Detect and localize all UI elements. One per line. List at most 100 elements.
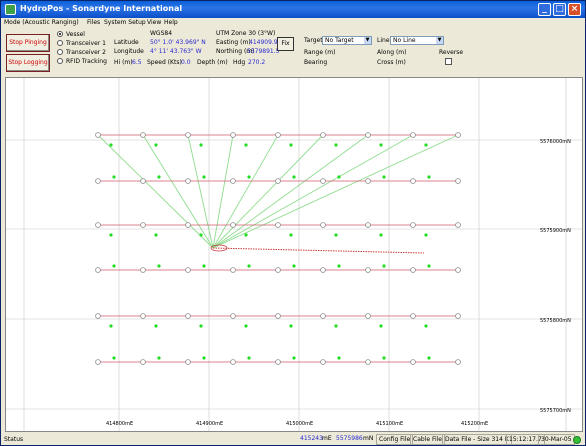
config-file-panel[interactable]: Config File xyxy=(376,434,414,445)
longitude-value: 4° 11' 43.763" W xyxy=(150,48,202,55)
position-fix-dot xyxy=(427,264,431,268)
position-fix-dot xyxy=(244,233,248,237)
position-fix-dot xyxy=(334,233,338,237)
position-fix-dot xyxy=(199,324,203,328)
transponder-marker xyxy=(365,132,371,138)
position-fix-dot xyxy=(292,356,296,360)
transponder-marker xyxy=(410,132,416,138)
menu-help[interactable]: Help xyxy=(164,19,178,26)
position-fix-dot xyxy=(202,264,206,268)
transponder-marker xyxy=(365,267,371,273)
transponder-marker xyxy=(320,267,326,273)
hi-label: Hi (m) xyxy=(114,59,133,66)
y-axis-tick-label: 5575700mN xyxy=(540,408,571,414)
radio-rfid-tracking[interactable]: RFID Tracking xyxy=(57,58,107,65)
transponder-marker xyxy=(185,313,191,319)
x-axis-tick-label: 414800mE xyxy=(106,421,133,427)
control-panel: Stop Pinging Stop Logging Vessel Transce… xyxy=(1,28,585,76)
position-fix-dot xyxy=(379,233,383,237)
easting-value: 414909.9 xyxy=(249,39,278,46)
line-select[interactable]: No Line ▼ xyxy=(390,36,444,45)
transponder-marker xyxy=(275,222,281,228)
longitude-label: Longitude xyxy=(114,48,144,55)
transponder-marker xyxy=(275,359,281,365)
app-icon xyxy=(5,4,16,15)
position-fix-dot xyxy=(199,143,203,147)
position-fix-dot xyxy=(112,264,116,268)
transponder-marker xyxy=(410,178,416,184)
datum-label: WGS84 xyxy=(150,30,173,37)
position-fix-dot xyxy=(202,175,206,179)
position-fix-dot xyxy=(424,233,428,237)
position-fix-dot xyxy=(424,143,428,147)
hi-value: 6.5 xyxy=(132,59,142,66)
position-fix-dot xyxy=(289,233,293,237)
stop-logging-button[interactable]: Stop Logging xyxy=(6,54,50,72)
position-fix-dot xyxy=(424,324,428,328)
transponder-marker xyxy=(275,132,281,138)
target-label: Target xyxy=(304,37,323,44)
line-label: Line xyxy=(377,37,390,44)
hdg-label: Hdg xyxy=(233,59,246,66)
radio-vessel[interactable]: Vessel xyxy=(57,31,85,38)
data-file-panel[interactable]: Data File - Size 314 K xyxy=(442,434,512,445)
fix-button[interactable]: Fix xyxy=(277,37,294,51)
position-fix-dot xyxy=(157,175,161,179)
transponder-marker xyxy=(185,267,191,273)
transponder-marker xyxy=(365,313,371,319)
transponder-marker xyxy=(140,313,146,319)
transponder-marker xyxy=(230,359,236,365)
y-axis-tick-label: 5575900mN xyxy=(540,228,571,234)
position-fix-dot xyxy=(154,143,158,147)
transponder-marker xyxy=(230,178,236,184)
close-icon[interactable]: × xyxy=(568,3,581,16)
transponder-marker xyxy=(410,313,416,319)
transponder-marker xyxy=(455,132,461,138)
radio-icon xyxy=(57,58,63,64)
transponder-marker xyxy=(320,359,326,365)
position-fix-dot xyxy=(112,175,116,179)
survey-plot[interactable]: 414800mE 414900mE 415000mE 415100mE 415200mE… xyxy=(5,77,583,432)
transponder-marker xyxy=(410,359,416,365)
title-bar[interactable]: HydroPos - Sonardyne International _ □ × xyxy=(1,1,585,18)
window-title: HydroPos - Sonardyne International xyxy=(20,4,183,13)
acoustic-range-ray xyxy=(212,134,459,249)
transponder-marker xyxy=(140,178,146,184)
radio-selected-icon xyxy=(57,31,63,37)
transponder-marker xyxy=(455,313,461,319)
easting-label: Easting (m) xyxy=(216,39,251,46)
survey-plot-canvas[interactable]: 414800mE 414900mE 415000mE 415100mE 415200mE… xyxy=(6,78,582,431)
position-fix-dot xyxy=(337,264,341,268)
transponder-marker xyxy=(140,267,146,273)
latitude-value: 50° 1.0' 43.969" N xyxy=(150,39,206,46)
status-led-icon xyxy=(573,436,581,444)
menu-view[interactable]: View xyxy=(147,19,161,26)
radio-transceiver-1[interactable]: Transceiver 1 xyxy=(57,40,106,47)
transponder-marker xyxy=(455,222,461,228)
position-fix-dot xyxy=(427,175,431,179)
radio-transceiver-2[interactable]: Transceiver 2 xyxy=(57,49,106,56)
menu-system-setup[interactable]: System Setup xyxy=(104,19,146,26)
position-fix-dot xyxy=(247,264,251,268)
transponder-marker xyxy=(320,178,326,184)
menu-files[interactable]: Files xyxy=(87,19,100,26)
transponder-marker xyxy=(410,222,416,228)
vessel-track xyxy=(212,247,425,254)
cable-file-panel[interactable]: Cable File xyxy=(410,434,445,445)
x-axis-tick-label: 415000mE xyxy=(286,421,313,427)
transponder-marker xyxy=(95,178,101,184)
transponder-marker xyxy=(95,222,101,228)
reverse-checkbox[interactable] xyxy=(445,58,452,65)
transponder-marker xyxy=(140,359,146,365)
dropdown-arrow-icon: ▼ xyxy=(364,37,371,44)
transponder-marker xyxy=(185,359,191,365)
utm-zone-label: UTM Zone 30 (3°W) xyxy=(216,30,276,37)
transponder-marker xyxy=(185,222,191,228)
acoustic-range-ray xyxy=(97,134,214,249)
position-fix-dot xyxy=(109,143,113,147)
menu-mode[interactable]: Mode (Acoustic Ranging) xyxy=(4,19,79,26)
target-select[interactable]: No Target ▼ xyxy=(322,36,372,45)
maximize-icon[interactable]: □ xyxy=(553,3,566,16)
minimize-icon[interactable]: _ xyxy=(538,3,551,16)
stop-pinging-button[interactable]: Stop Pinging xyxy=(6,34,50,52)
